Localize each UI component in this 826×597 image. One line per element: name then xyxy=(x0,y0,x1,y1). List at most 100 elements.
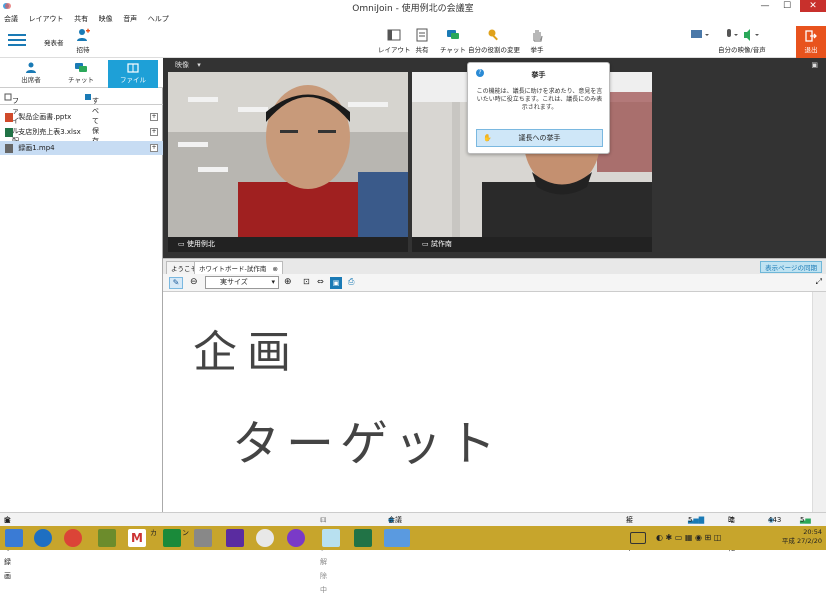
menu-item-help[interactable]: ヘルプ xyxy=(144,12,173,26)
print-icon[interactable]: ⎙ xyxy=(348,277,354,287)
key-icon xyxy=(488,29,498,41)
tab-attendees[interactable]: 出席者 xyxy=(6,60,56,88)
expand-icon[interactable]: + xyxy=(150,113,158,121)
close-tab-icon[interactable]: ⊗ xyxy=(272,265,277,273)
clock-time: 20:54 xyxy=(803,528,822,536)
sync-page-button[interactable]: 表示ページの同期 xyxy=(760,261,822,273)
file-name: 製品企画書.pptx xyxy=(18,113,72,121)
taskbar: M カ ン ◐ ✱ ▭ ▦ ◉ ⊞ ◫ 20:54 平成 27/2/20 xyxy=(0,526,826,550)
participant-name: 使用例北 xyxy=(186,240,215,248)
menu-item-share[interactable]: 共有 xyxy=(70,12,92,26)
role-change-label: 自分の役割の変更 xyxy=(468,46,520,54)
tab-chat[interactable]: チャット xyxy=(56,60,106,88)
keyboard-icon[interactable] xyxy=(630,532,646,544)
clock[interactable]: 20:54 平成 27/2/20 xyxy=(782,528,822,546)
distribute-button[interactable]: ファイル配布 xyxy=(4,93,19,155)
app-icon[interactable] xyxy=(287,529,305,547)
start-icon[interactable] xyxy=(5,529,23,547)
popout-icon[interactable]: ▣ xyxy=(811,58,818,72)
tab-files-label: ファイル xyxy=(120,76,146,84)
gmail-icon[interactable]: M xyxy=(128,529,146,547)
expand-icon[interactable]: + xyxy=(150,144,158,152)
raise-hand-to-chair-button[interactable]: ✋ 議長への挙手 xyxy=(476,129,603,147)
app-icon[interactable] xyxy=(194,529,212,547)
video-feed-1[interactable]: ▭ 使用例北 xyxy=(168,72,408,252)
close-button[interactable]: ✕ xyxy=(800,0,826,12)
maximize-button[interactable]: ☐ xyxy=(776,0,798,12)
title-bar: OmniJoin - 使用例北の会議室 — ☐ ✕ xyxy=(0,0,826,14)
file-item-mp4[interactable]: 録画1.mp4 + xyxy=(0,141,163,155)
raise-hand-to-chair-label: 議長への挙手 xyxy=(518,134,561,142)
menu-item-audio[interactable]: 音声 xyxy=(119,12,141,26)
sync-page-label: 表示ページの同期 xyxy=(765,264,817,272)
share-label: 共有 xyxy=(415,46,429,54)
menu-item-layout[interactable]: レイアウト xyxy=(25,12,68,26)
person-icon xyxy=(26,62,36,73)
fit-width-icon[interactable]: ⇔ xyxy=(317,277,324,286)
whiteboard-canvas[interactable]: 企画 ターゲット xyxy=(166,292,812,512)
share-button[interactable]: 共有 xyxy=(415,28,429,54)
invite-button[interactable]: 招待 xyxy=(76,28,90,54)
layout-label: レイアウト xyxy=(378,46,411,54)
hand-icon xyxy=(533,30,543,42)
ime-indicator[interactable]: カ xyxy=(150,529,164,547)
ime-label: カ xyxy=(150,529,157,537)
vertical-scrollbar[interactable] xyxy=(812,292,826,512)
tab-chat-label: チャット xyxy=(68,76,94,84)
hand-icon: ✋ xyxy=(483,134,492,142)
layout-button[interactable]: レイアウト xyxy=(378,28,411,54)
gear-icon[interactable] xyxy=(226,529,244,547)
pen-icon[interactable]: ✎ xyxy=(169,277,183,289)
chrome-icon[interactable] xyxy=(64,529,82,547)
menu-bar: 会議 レイアウト 共有 映像 音声 ヘルプ xyxy=(0,12,826,26)
video-menu-arrow-icon[interactable]: ▾ xyxy=(197,61,201,69)
file-name: 支店別売上表3.xlsx xyxy=(18,128,81,136)
video-feed-image xyxy=(168,72,408,237)
app-icon[interactable] xyxy=(256,529,274,547)
pptx-file-icon xyxy=(5,112,13,122)
file-item-pptx[interactable]: 製品企画書.pptx + xyxy=(0,110,163,124)
clock-date: 平成 27/2/20 xyxy=(781,537,822,545)
zoom-out-icon[interactable]: ⊖ xyxy=(190,277,198,287)
tab-whiteboard[interactable]: ホワイトボード-試作南 ⊗ xyxy=(194,261,283,275)
exit-icon xyxy=(805,30,817,42)
video-caption: ▭ 使用例北 xyxy=(168,237,408,252)
zoom-select[interactable]: 実サイズ ▾ xyxy=(205,276,279,289)
monitor-icon: ▭ xyxy=(178,240,187,248)
ie-icon[interactable] xyxy=(34,529,52,547)
main-toolbar: 発表者 招待 レイアウト 共有 チャット 自分の役割の変更 挙手 自分の映像/音… xyxy=(0,26,826,58)
folder-icon xyxy=(127,63,139,73)
actual-size-icon[interactable]: ▣ xyxy=(330,277,342,289)
chat-button[interactable]: チャット xyxy=(440,28,466,54)
menu-item-meeting[interactable]: 会議 xyxy=(0,12,22,26)
raise-hand-button[interactable]: 挙手 xyxy=(530,28,544,54)
menu-item-video[interactable]: 映像 xyxy=(95,12,117,26)
popup-description: この機能は、議長に助けを求めたり、意見を言いたい時に役立ちます。これは、議長にの… xyxy=(476,88,603,111)
monitor-dropdown[interactable] xyxy=(690,29,710,43)
presenter-button[interactable]: 発表者 xyxy=(44,37,64,47)
expand-icon[interactable]: + xyxy=(150,128,158,136)
tray-icons[interactable]: ◐ ✱ ▭ ▦ ◉ ⊞ ◫ xyxy=(656,532,736,544)
role-change-button[interactable]: 自分の役割の変更 xyxy=(468,28,520,54)
omnijoin-taskbar-icon[interactable] xyxy=(384,529,410,547)
spreadsheet-icon[interactable] xyxy=(163,529,181,547)
whiteboard-tabs: ようこそ ホワイトボード-試作南 ⊗ 表示ページの同期 xyxy=(163,258,826,275)
fullscreen-icon[interactable]: ⤢ xyxy=(816,277,822,287)
excel-icon[interactable] xyxy=(354,529,372,547)
file-item-xlsx[interactable]: 支店別売上表3.xlsx + xyxy=(0,125,163,139)
app-icon[interactable] xyxy=(322,529,340,547)
hamburger-menu-button[interactable] xyxy=(8,33,26,49)
file-distribute-icon xyxy=(4,93,12,101)
save-all-button[interactable]: すべて保存 xyxy=(84,93,99,145)
exit-button[interactable]: 退出 xyxy=(796,26,826,58)
tab-whiteboard-label: ホワイトボード-試作南 xyxy=(199,265,267,273)
my-av-button[interactable]: 自分の映像/音声 xyxy=(718,28,766,54)
status-bar: ▣ 会議の録画 ⊡ ロック解除中 ● 会議ID： » 接続中 ▃▅▇ 5 ⊡ 暗… xyxy=(0,512,826,594)
raise-hand-popup: ? 挙手 この機能は、議長に助けを求めたり、意見を言いたい時に役立ちます。これは… xyxy=(467,62,610,154)
app-icon[interactable] xyxy=(98,529,116,547)
fit-page-icon[interactable]: ⊡ xyxy=(303,277,310,286)
minimize-button[interactable]: — xyxy=(754,0,776,12)
tab-files[interactable]: ファイル xyxy=(108,60,158,88)
zoom-in-icon[interactable]: ⊕ xyxy=(284,277,292,287)
ime-indicator-2[interactable]: ン xyxy=(182,529,194,547)
